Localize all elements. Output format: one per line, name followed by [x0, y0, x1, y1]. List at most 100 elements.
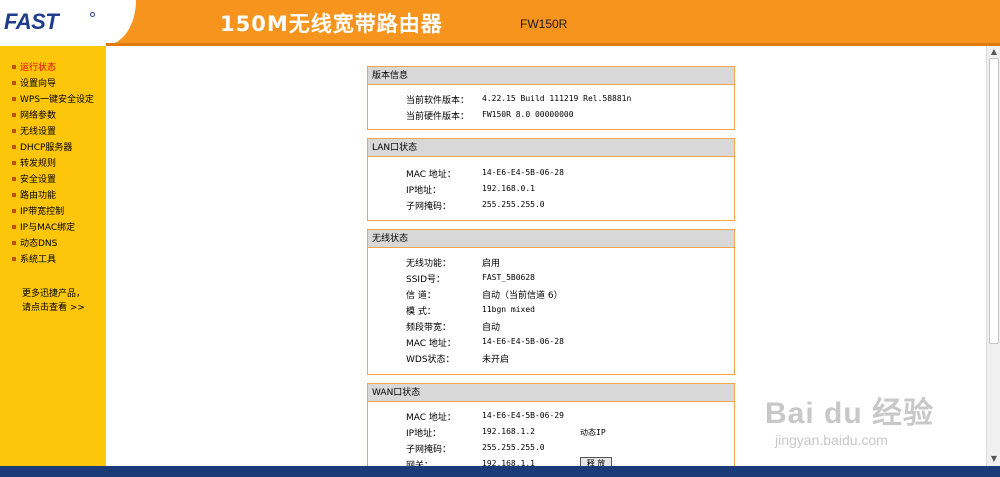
sidebar-item-label: WPS一键安全设定 [20, 95, 95, 105]
row-label: 当前软件版本： [406, 96, 470, 106]
sidebar-item-ip-mac-binding[interactable]: IP与MAC绑定 [12, 220, 75, 234]
wan-ip-value: 192.168.1.2 [482, 427, 535, 436]
version-panel: 版本信息 当前软件版本： 4.22.15 Build 111219 Rel.58… [367, 66, 735, 130]
bullet-icon [12, 96, 16, 101]
sidebar-item-bandwidth[interactable]: IP带宽控制 [12, 204, 64, 218]
bullet-icon [12, 128, 16, 133]
fast-logo: FAST [4, 9, 59, 34]
sidebar-item-forwarding[interactable]: 转发规则 [12, 156, 56, 170]
sidebar-item-wireless[interactable]: 无线设置 [12, 124, 56, 138]
wan-mac-value: 14-E6-E4-5B-06-29 [482, 411, 564, 420]
panel-title: WAN口状态 [368, 384, 734, 402]
sidebar-item-security[interactable]: 安全设置 [12, 172, 56, 186]
info-row: WDS状态： 未开启 [368, 352, 734, 366]
bullet-icon [12, 240, 16, 245]
sidebar-item-label: DHCP服务器 [20, 143, 73, 153]
info-row: SSID号： FAST_5B0628 [368, 272, 734, 286]
software-version-value: 4.22.15 Build 111219 Rel.58881n [482, 94, 632, 103]
scroll-up-icon[interactable]: ▲ [989, 47, 999, 57]
hardware-version-value: FW150R 8.0 00000000 [482, 110, 574, 119]
baidu-jingyan-watermark: Bai du 经验 jingyan.baidu.com [765, 388, 935, 448]
info-row: MAC 地址： 14-E6-E4-5B-06-28 [368, 336, 734, 350]
row-label: 信 道： [406, 291, 436, 301]
more-products-text: 更多迅捷产品， [22, 289, 86, 299]
lan-ip-value: 192.168.0.1 [482, 184, 535, 193]
sidebar-item-network[interactable]: 网络参数 [12, 108, 56, 122]
info-row: 信 道： 自动（当前信道 6） [368, 288, 734, 302]
row-label: 模 式： [406, 307, 436, 317]
watermark-logo: Bai du 经验 [765, 397, 935, 430]
bullet-icon [12, 192, 16, 197]
product-model: FW150R [520, 17, 568, 31]
sidebar-item-system-tools[interactable]: 系统工具 [12, 252, 56, 266]
watermark-url: jingyan.baidu.com [775, 432, 888, 448]
header-bar: FAST 150M无线宽带路由器 FW150R [0, 0, 1000, 46]
sidebar-item-label: 路由功能 [20, 191, 57, 201]
sidebar-item-wps[interactable]: WPS一键安全设定 [12, 92, 94, 106]
info-row: IP地址： 192.168.1.2 动态IP [368, 426, 734, 440]
mode-value: 11bgn mixed [482, 305, 535, 314]
bullet-icon [12, 176, 16, 181]
bullet-icon [12, 224, 16, 229]
scroll-down-icon[interactable]: ▼ [989, 454, 999, 464]
registered-mark-icon [90, 12, 95, 17]
sidebar-item-label: 设置向导 [20, 79, 57, 89]
sidebar-item-label: IP与MAC绑定 [20, 223, 76, 233]
wan-subnet-value: 255.255.255.0 [482, 443, 545, 452]
sidebar-item-label: 系统工具 [20, 255, 57, 265]
wds-status-value: 未开启 [482, 355, 510, 365]
row-label: MAC 地址： [406, 339, 456, 349]
sidebar-item-ddns[interactable]: 动态DNS [12, 236, 57, 250]
channel-value: 自动（当前信道 6） [482, 291, 563, 301]
info-row: MAC 地址： 14-E6-E4-5B-06-28 [368, 167, 734, 181]
info-row: 子网掩码： 255.255.255.0 [368, 442, 734, 456]
info-row: 频段带宽： 自动 [368, 320, 734, 334]
bullet-icon [12, 160, 16, 165]
lan-mac-value: 14-E6-E4-5B-06-28 [482, 168, 564, 177]
info-row: 当前软件版本： 4.22.15 Build 111219 Rel.58881n [368, 93, 734, 107]
row-label: IP地址： [406, 429, 442, 439]
wan-connection-type: 动态IP [580, 428, 606, 437]
info-row: 子网掩码： 255.255.255.0 [368, 199, 734, 213]
bullet-icon [12, 208, 16, 213]
sidebar-item-label: 网络参数 [20, 111, 57, 121]
vertical-scrollbar[interactable]: ▲ ▼ [986, 46, 1000, 466]
info-row: IP地址： 192.168.0.1 [368, 183, 734, 197]
row-label: 频段带宽： [406, 323, 452, 333]
product-title: 150M无线宽带路由器 [220, 12, 443, 36]
bullet-icon [12, 144, 16, 149]
row-label: IP地址： [406, 186, 442, 196]
row-label: WDS状态： [406, 355, 455, 365]
row-label: MAC 地址： [406, 413, 456, 423]
panel-title: 版本信息 [368, 67, 734, 85]
info-row: 模 式： 11bgn mixed [368, 304, 734, 318]
row-label: SSID号： [406, 275, 446, 285]
sidebar-item-label: 无线设置 [20, 127, 57, 137]
row-label: MAC 地址： [406, 170, 456, 180]
sidebar-item-label: 安全设置 [20, 175, 57, 185]
scrollbar-thumb[interactable] [989, 58, 999, 344]
wireless-function-value: 启用 [482, 259, 501, 269]
sidebar-item-label: 转发规则 [20, 159, 57, 169]
sidebar-item-label: 动态DNS [20, 239, 58, 249]
row-label: 当前硬件版本： [406, 112, 470, 122]
bandwidth-value: 自动 [482, 323, 501, 333]
sidebar-item-setup-wizard[interactable]: 设置向导 [12, 76, 56, 90]
sidebar-item-routing[interactable]: 路由功能 [12, 188, 56, 202]
sidebar-menu: 运行状态 设置向导 WPS一键安全设定 网络参数 无线设置 DHCP服务器 转发… [0, 46, 106, 466]
sidebar-item-label: 运行状态 [20, 63, 57, 73]
row-label: 子网掩码： [406, 445, 452, 455]
ssid-value: FAST_5B0628 [482, 273, 535, 282]
lan-status-panel: LAN口状态 MAC 地址： 14-E6-E4-5B-06-28 IP地址： 1… [367, 138, 735, 221]
lan-subnet-value: 255.255.255.0 [482, 200, 545, 209]
more-products-link[interactable]: 请点击查看 >> [22, 300, 85, 313]
panel-title: LAN口状态 [368, 139, 734, 157]
sidebar-item-label: IP带宽控制 [20, 207, 65, 217]
wireless-status-panel: 无线状态 无线功能： 启用 SSID号： FAST_5B0628 信 道： 自动… [367, 229, 735, 375]
panel-title: 无线状态 [368, 230, 734, 248]
sidebar-item-dhcp[interactable]: DHCP服务器 [12, 140, 72, 154]
footer-bar [0, 466, 1000, 477]
sidebar-item-running-status[interactable]: 运行状态 [12, 60, 56, 74]
bullet-icon [12, 112, 16, 117]
info-row: 无线功能： 启用 [368, 256, 734, 270]
